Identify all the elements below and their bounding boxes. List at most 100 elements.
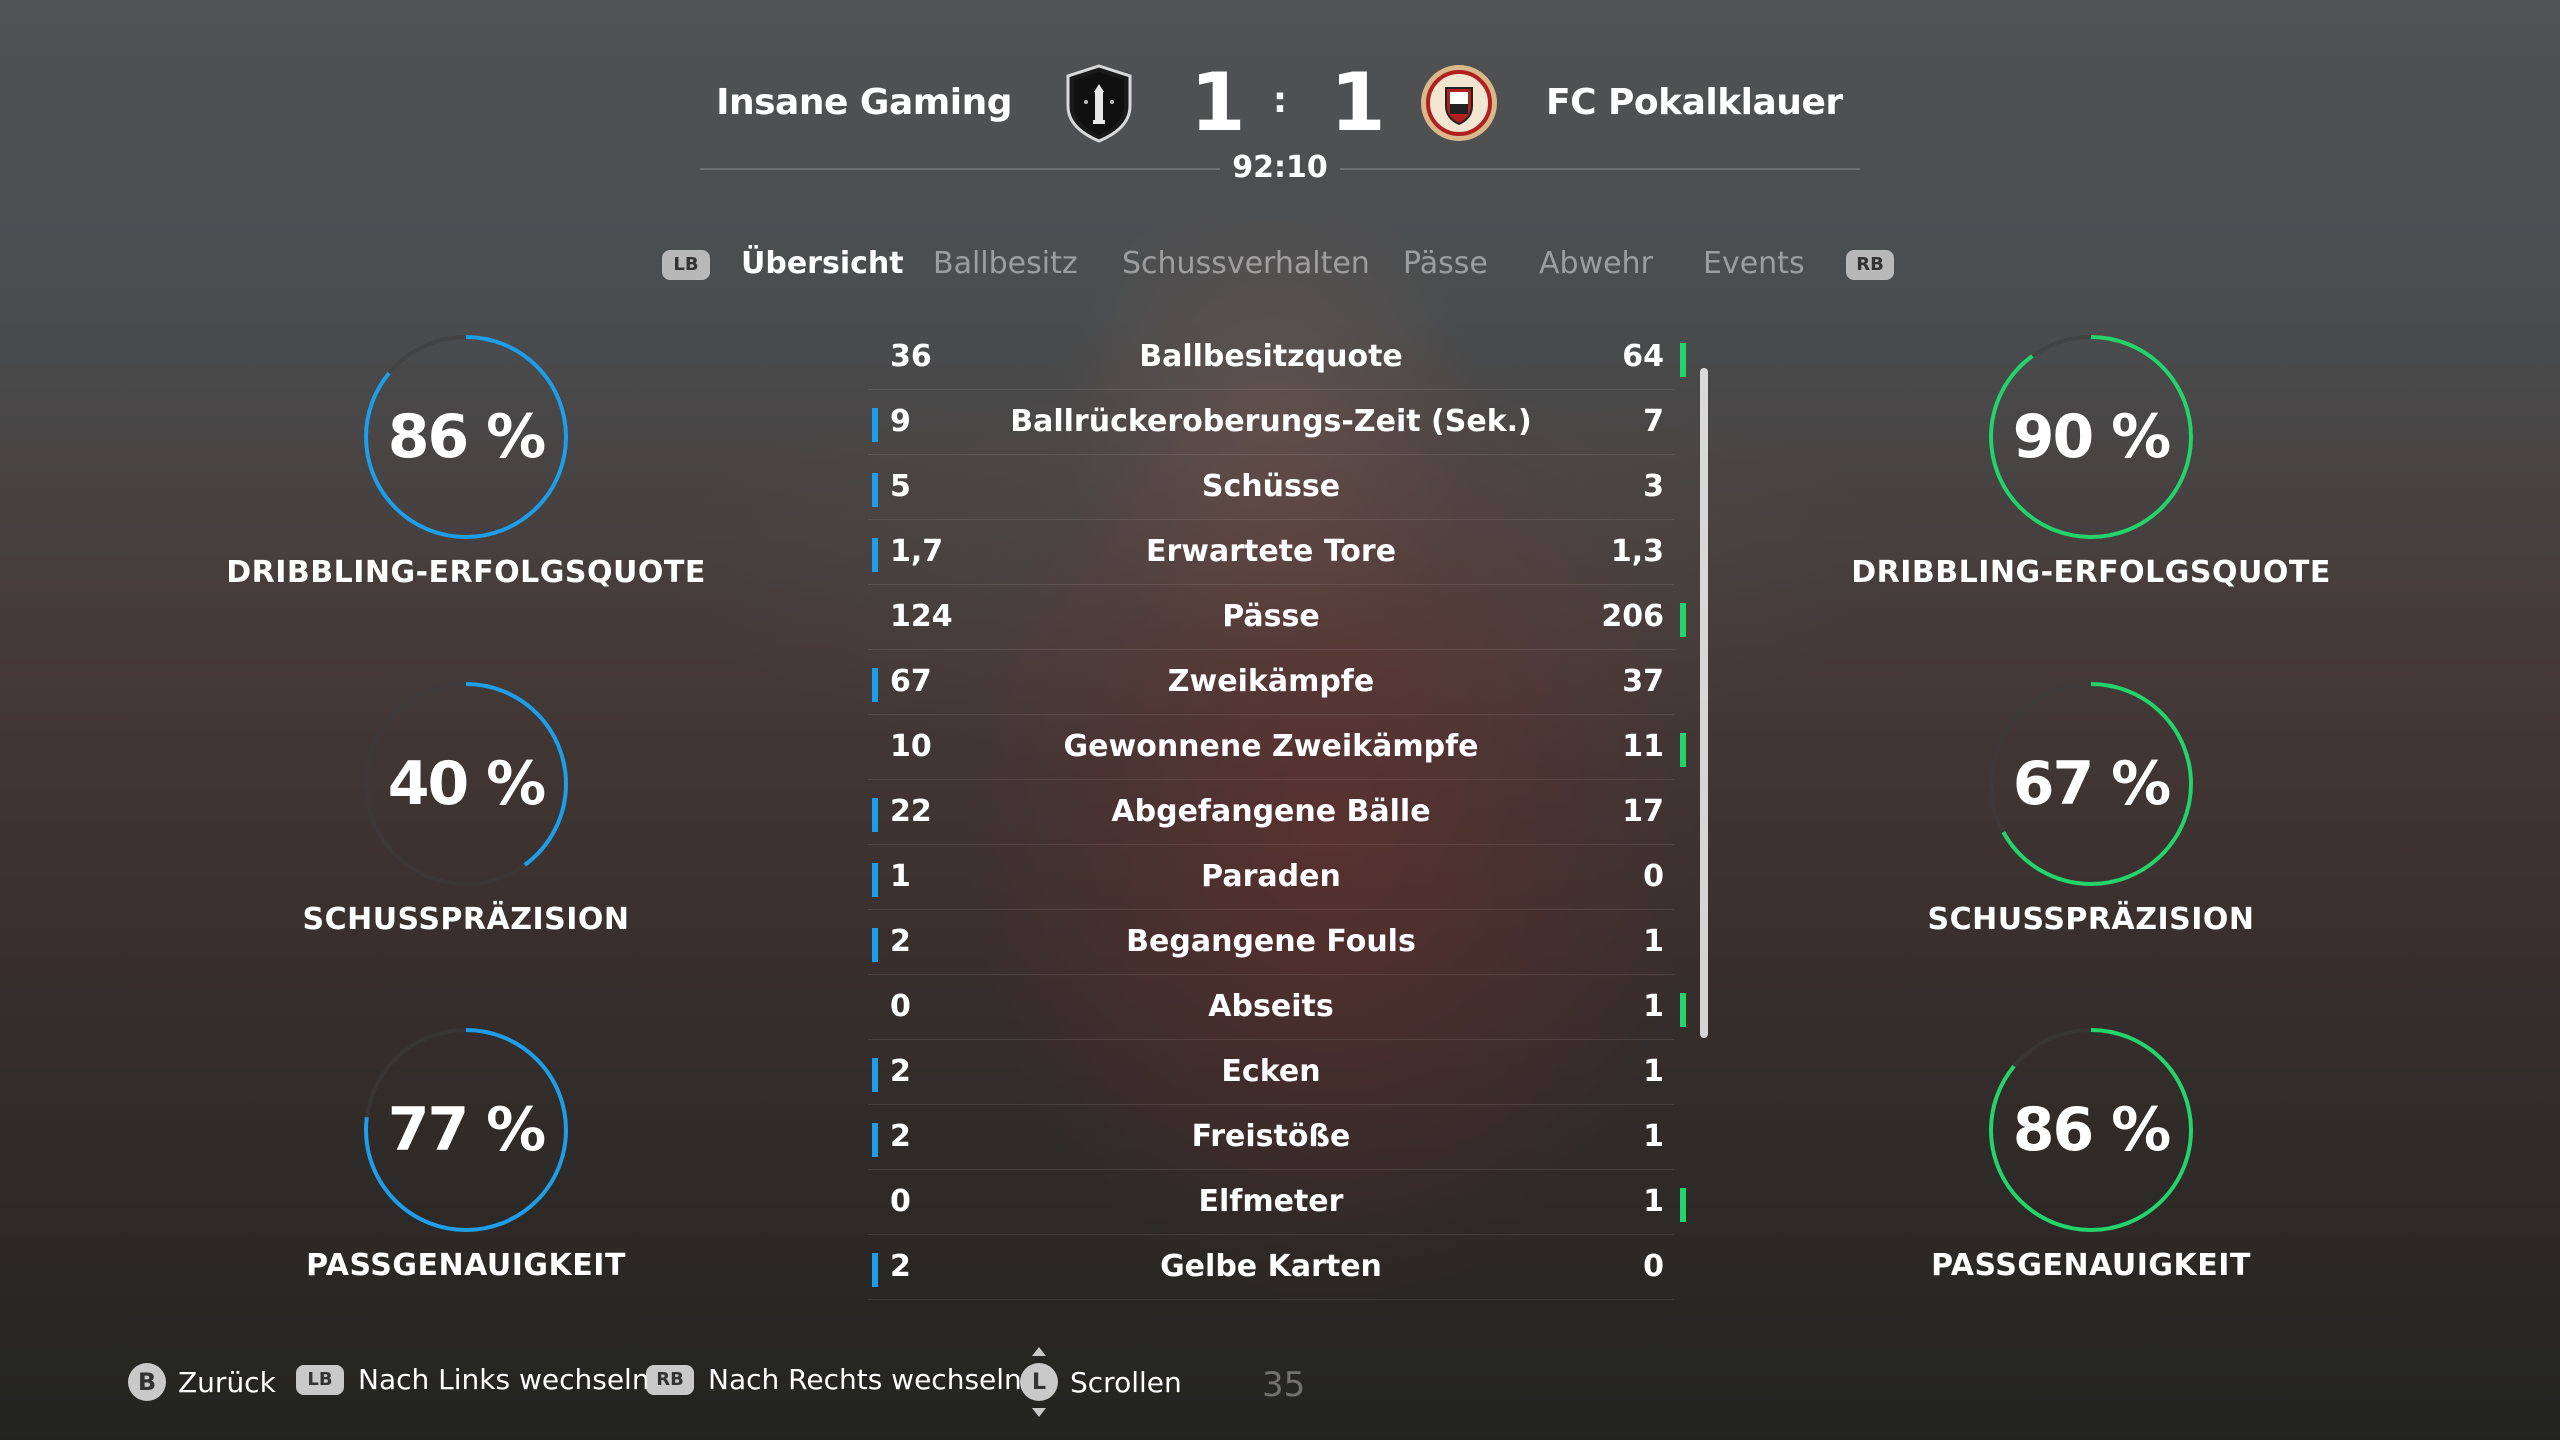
- stat-row: 2 Ecken 1: [868, 1040, 1674, 1105]
- stat-away-value: 1: [1643, 924, 1664, 959]
- home-pass-accuracy-ring: 77 %: [361, 1025, 571, 1235]
- home-shot-accuracy-ring: 40 %: [361, 679, 571, 889]
- stat-away-value: 0: [1643, 1249, 1664, 1284]
- tab-paesse[interactable]: Pässe: [1403, 246, 1488, 281]
- stats-scrollbar[interactable]: [1700, 368, 1708, 1038]
- home-shot-accuracy-label: SCHUSSPRÄZISION: [302, 902, 630, 937]
- header-divider-right: [1340, 168, 1860, 170]
- tab-schussverhalten[interactable]: Schussverhalten: [1122, 246, 1370, 281]
- stat-name: Abgefangene Bälle: [1111, 794, 1431, 829]
- tab-abwehr[interactable]: Abwehr: [1539, 246, 1653, 281]
- stat-row: 0 Elfmeter 1: [868, 1170, 1686, 1235]
- stat-away-value: 3: [1643, 469, 1664, 504]
- lb-shoulder-button-icon[interactable]: LB: [662, 250, 710, 280]
- stat-away-value: 11: [1622, 729, 1664, 764]
- away-pass-accuracy-ring: 86 %: [1986, 1025, 2196, 1235]
- stat-name: Elfmeter: [1198, 1184, 1344, 1219]
- lb-button-icon: LB: [296, 1364, 344, 1395]
- away-team-name: FC Pokalklauer: [1546, 82, 1843, 123]
- away-shot-accuracy-ring: 67 %: [1986, 679, 2196, 889]
- switch-right-hint[interactable]: RB Nach Rechts wechseln: [646, 1363, 1022, 1396]
- b-button-icon: B: [128, 1363, 166, 1401]
- rb-shoulder-button-icon[interactable]: RB: [1846, 250, 1894, 280]
- header-divider-left: [700, 168, 1220, 170]
- left-stick-icon: L: [1020, 1347, 1058, 1417]
- stat-name: Begangene Fouls: [1126, 924, 1416, 959]
- away-pass-accuracy-value: 86 %: [2012, 1095, 2172, 1165]
- stat-name: Schüsse: [1201, 469, 1341, 504]
- stat-away-value: 17: [1622, 794, 1664, 829]
- stats-scrollbar-thumb[interactable]: [1700, 368, 1708, 1038]
- stat-row: 36 Ballbesitzquote 64: [868, 325, 1686, 390]
- away-dribbling-value: 90 %: [2012, 402, 2172, 472]
- rb-button-icon: RB: [646, 1364, 694, 1395]
- stat-away-value: 1: [1643, 1054, 1664, 1089]
- stat-name: Ballbesitzquote: [1139, 339, 1403, 374]
- stat-name: Gewonnene Zweikämpfe: [1063, 729, 1479, 764]
- switch-left-label: Nach Links wechseln: [358, 1363, 650, 1396]
- away-lead-indicator: [1680, 733, 1686, 767]
- away-lead-indicator: [1680, 993, 1686, 1027]
- tab-uebersicht[interactable]: Übersicht: [741, 246, 904, 281]
- stat-name: Gelbe Karten: [1160, 1249, 1382, 1284]
- home-dribbling-value: 86 %: [387, 402, 547, 472]
- match-clock: 92:10: [1232, 150, 1328, 185]
- stat-name: Abseits: [1208, 989, 1334, 1024]
- stat-away-value: 1: [1643, 1184, 1664, 1219]
- away-dribbling-ring: 90 %: [1986, 332, 2196, 542]
- scroll-hint[interactable]: L Scrollen: [1020, 1347, 1182, 1417]
- stat-row: 67 Zweikämpfe 37: [868, 650, 1674, 715]
- stat-name: Freistöße: [1191, 1119, 1351, 1154]
- away-lead-indicator: [1680, 343, 1686, 377]
- away-lead-indicator: [1680, 1188, 1686, 1222]
- stat-away-value: 1: [1643, 989, 1664, 1024]
- away-crest-icon: [1418, 62, 1500, 144]
- match-header: Insane Gaming 1 : 1 FC Pokalklauer 92:10: [0, 0, 2560, 200]
- stat-away-value: 0: [1643, 859, 1664, 894]
- stat-name: Ecken: [1221, 1054, 1321, 1089]
- away-score: 1: [1330, 56, 1386, 149]
- switch-left-hint[interactable]: LB Nach Links wechseln: [296, 1363, 650, 1396]
- home-shot-accuracy-value: 40 %: [387, 749, 547, 819]
- away-dribbling-label: DRIBBLING-ERFOLGSQUOTE: [1851, 555, 2331, 590]
- stat-row: 2 Gelbe Karten 0: [868, 1235, 1674, 1300]
- back-hint[interactable]: B Zurück: [128, 1363, 276, 1401]
- back-label: Zurück: [178, 1365, 276, 1399]
- stat-row: 2 Freistöße 1: [868, 1105, 1674, 1170]
- away-lead-indicator: [1680, 603, 1686, 637]
- score-separator: :: [1272, 80, 1288, 121]
- stat-away-value: 1: [1643, 1119, 1664, 1154]
- stat-name: Ballrückeroberungs-Zeit (Sek.): [1010, 404, 1532, 439]
- stat-row: 10 Gewonnene Zweikämpfe 11: [868, 715, 1686, 780]
- stat-name: Erwartete Tore: [1145, 534, 1397, 569]
- away-pass-accuracy-label: PASSGENAUIGKEIT: [1931, 1248, 2251, 1283]
- stat-away-value: 64: [1622, 339, 1664, 374]
- stat-row: 9 Ballrückeroberungs-Zeit (Sek.) 7: [868, 390, 1674, 455]
- home-dribbling-ring: 86 %: [361, 332, 571, 542]
- home-score: 1: [1190, 56, 1246, 149]
- away-shot-accuracy-label: SCHUSSPRÄZISION: [1927, 902, 2255, 937]
- stat-away-value: 37: [1622, 664, 1664, 699]
- away-shot-accuracy-value: 67 %: [2012, 749, 2172, 819]
- tab-ballbesitz[interactable]: Ballbesitz: [933, 246, 1078, 281]
- stat-row: 2 Begangene Fouls 1: [868, 910, 1674, 975]
- stat-name: Paraden: [1201, 859, 1341, 894]
- stat-row: 1,7 Erwartete Tore 1,3: [868, 520, 1674, 585]
- stat-row: 124 Pässe 206: [868, 585, 1686, 650]
- stat-row: 0 Abseits 1: [868, 975, 1686, 1040]
- footer-number: 35: [1262, 1365, 1306, 1405]
- home-pass-accuracy-label: PASSGENAUIGKEIT: [306, 1248, 626, 1283]
- stat-row: 5 Schüsse 3: [868, 455, 1674, 520]
- home-dribbling-label: DRIBBLING-ERFOLGSQUOTE: [226, 555, 706, 590]
- tab-events[interactable]: Events: [1703, 246, 1805, 281]
- stat-row: 22 Abgefangene Bälle 17: [868, 780, 1674, 845]
- stats-tab-bar: LB Übersicht Ballbesitz Schussverhalten …: [0, 238, 2560, 294]
- stat-row: 1 Paraden 0: [868, 845, 1674, 910]
- switch-right-label: Nach Rechts wechseln: [708, 1363, 1022, 1396]
- stat-name: Zweikämpfe: [1167, 664, 1375, 699]
- home-pass-accuracy-value: 77 %: [387, 1095, 547, 1165]
- match-stats-list[interactable]: 36 Ballbesitzquote 64 9 Ballrückeroberungs-Z…: [868, 325, 1686, 1300]
- scroll-label: Scrollen: [1070, 1365, 1182, 1399]
- stat-away-value: 206: [1601, 599, 1664, 634]
- home-team-name: Insane Gaming: [716, 82, 1012, 123]
